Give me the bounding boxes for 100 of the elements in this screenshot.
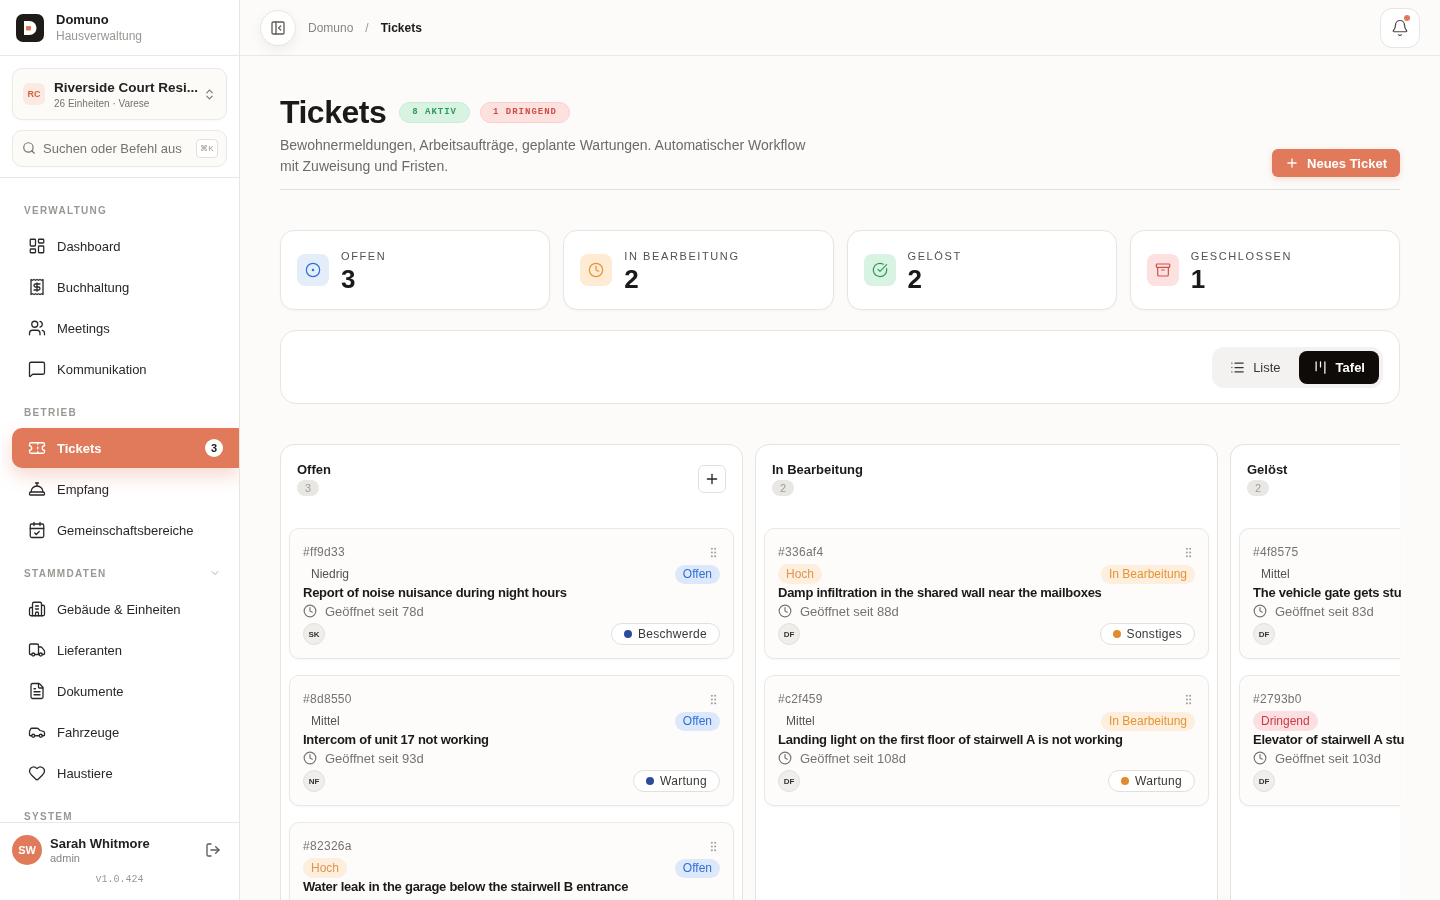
calendar-check-icon — [28, 521, 46, 539]
user-role: admin — [50, 852, 81, 864]
clock-icon — [1253, 751, 1267, 765]
opened-since: Geöffnet seit 78d — [325, 603, 424, 619]
column-title: In Bearbeitung — [772, 461, 863, 478]
user-name: Sarah Whitmore — [50, 836, 150, 851]
stat-label: GELÖST — [907, 248, 962, 263]
summary-badge: 1 DRINGEND — [480, 101, 571, 123]
nav-item[interactable]: Gemeinschaftsbereiche — [12, 510, 239, 550]
priority-tag: Hoch — [303, 858, 347, 878]
assignee-avatar: DF — [1253, 623, 1275, 645]
stat-value: 1 — [1190, 265, 1207, 292]
ticket-title: Intercom of unit 17 not working — [303, 731, 490, 748]
list-icon — [1230, 359, 1246, 375]
section-label: STAMMDATEN — [24, 567, 107, 579]
category-label: Beschwerde — [637, 627, 707, 641]
breadcrumb-current: Tickets — [380, 20, 422, 35]
ticket-id: #c2f459 — [778, 692, 823, 706]
brand-name: Domuno — [56, 12, 110, 27]
collapse-sidebar-button[interactable] — [260, 9, 296, 46]
assignee-avatar: DF — [1253, 770, 1275, 792]
document-icon — [28, 682, 46, 700]
service-bell-icon — [28, 480, 46, 498]
ticket-id: #2793b0 — [1253, 692, 1302, 706]
assignee-avatar: DF — [778, 770, 800, 792]
priority-tag: Mittel — [778, 711, 823, 731]
add-ticket-button[interactable] — [698, 465, 726, 493]
ticket-id: #336af4 — [778, 545, 824, 559]
plus-icon — [1285, 156, 1300, 170]
ticket-icon — [28, 439, 46, 457]
kanban-icon — [1312, 359, 1328, 375]
count-badge: 2 — [772, 480, 794, 496]
nav-item[interactable]: Empfang — [12, 469, 239, 509]
nav-item[interactable]: Dashboard — [12, 226, 239, 266]
section-label: SYSTEM — [24, 810, 73, 822]
nav-item[interactable]: Tickets 3 — [12, 428, 239, 468]
clock-icon — [580, 254, 613, 286]
opened-since: Geöffnet seit 88d — [800, 603, 899, 619]
nav-item[interactable]: Kommunikation — [12, 349, 239, 389]
count-badge: 3 — [205, 439, 223, 457]
ticket-card[interactable]: #c2f459 Mittel In Bearbeitung Landing light on the first floor of stairwell A is not working Geöffnet seit 108d DF Wartung — [764, 675, 1209, 806]
ticket-card[interactable]: #ff9d33 Niedrig Offen Report of noise nuisance during night hours Geöffnet seit 78d SK Beschwerde — [289, 528, 734, 659]
clock-icon — [778, 751, 792, 765]
status-pill: Offen — [674, 564, 720, 584]
ticket-card[interactable]: #8d8550 Mittel Offen Intercom of unit 17 not working Geöffnet seit 93d NF Wartung — [289, 675, 734, 806]
column-title: Gelöst — [1247, 461, 1288, 478]
summary-badge: 8 AKTIV — [399, 101, 470, 123]
status-pill: Offen — [674, 711, 720, 731]
property-initials: RC — [23, 83, 45, 105]
search-icon — [22, 141, 36, 155]
layout-grid-icon — [28, 237, 46, 255]
priority-tag: Dringend — [1253, 711, 1318, 731]
stat-value: 2 — [907, 265, 923, 292]
nav-item[interactable]: Haustiere — [12, 753, 239, 793]
category-label: Wartung — [1135, 774, 1182, 788]
users-icon — [28, 319, 46, 337]
ticket-card[interactable]: #336af4 Hoch In Bearbeitung Damp infiltration in the shared wall near the mailboxes Geöffnet seit 88d DF Sonstiges — [764, 528, 1209, 659]
page-description: Bewohnermeldungen, Arbeitsaufträge, geplante Wartungen. Automatischer Workflow mit Zuweisung und Fristen. — [280, 136, 807, 176]
notifications-button[interactable] — [1380, 7, 1420, 48]
stat-value: 3 — [341, 265, 357, 292]
truck-icon — [28, 641, 46, 659]
nav-item[interactable]: Lieferanten — [12, 630, 239, 670]
opened-since: Geöffnet seit 108d — [800, 750, 906, 766]
opened-since: Geöffnet seit 83d — [1275, 603, 1374, 619]
assignee-avatar: SK — [303, 623, 325, 645]
stat-label: GESCHLOSSEN — [1190, 248, 1293, 263]
version-label: v1.0.424 — [95, 874, 144, 885]
property-selector[interactable]: RC Riverside Court Resi... 26 Einheiten · Varese — [12, 68, 227, 120]
clock-icon — [778, 604, 792, 618]
breadcrumb-link[interactable]: Domuno — [308, 20, 354, 35]
building-icon — [28, 600, 46, 618]
stat-value: 2 — [624, 265, 640, 292]
logo-icon — [16, 13, 44, 42]
receipt-icon — [28, 278, 46, 296]
view-tab[interactable]: Liste — [1216, 350, 1295, 384]
ticket-id: #8d8550 — [303, 692, 352, 706]
property-details: 26 Einheiten · Varese — [54, 97, 151, 109]
ticket-card[interactable]: #4f8575 Mittel The vehicle gate gets stu Geöffnet seit 83d DF — [1239, 528, 1400, 659]
opened-since: Geöffnet seit 93d — [325, 750, 424, 766]
nav-item[interactable]: Buchhaltung — [12, 267, 239, 307]
clock-icon — [1253, 604, 1267, 618]
ticket-title: The vehicle gate gets stu — [1253, 584, 1400, 601]
nav-item[interactable]: Dokumente — [12, 671, 239, 711]
nav-item[interactable]: Gebäude & Einheiten — [12, 589, 239, 629]
section-label: VERWALTUNG — [24, 204, 108, 216]
nav-item[interactable]: Meetings — [12, 308, 239, 348]
nav-item[interactable]: Fahrzeuge — [12, 712, 239, 752]
status-pill: In Bearbeitung — [1100, 564, 1195, 584]
heart-icon — [28, 764, 46, 782]
ticket-card[interactable]: #82326a Hoch Offen Water leak in the garage below the stairwell B entrance — [289, 822, 734, 900]
clock-icon — [303, 751, 317, 765]
shortcut-hint: ⌘K — [196, 139, 218, 158]
category-label: Wartung — [660, 774, 707, 788]
stat-label: OFFEN — [341, 248, 387, 263]
status-pill: In Bearbeitung — [1100, 711, 1195, 731]
view-tab[interactable]: Tafel — [1298, 350, 1379, 384]
breadcrumb-separator: / — [365, 20, 369, 35]
column-title: Offen — [297, 461, 331, 478]
category-label: Sonstiges — [1126, 627, 1182, 641]
ticket-id: #ff9d33 — [303, 545, 345, 559]
